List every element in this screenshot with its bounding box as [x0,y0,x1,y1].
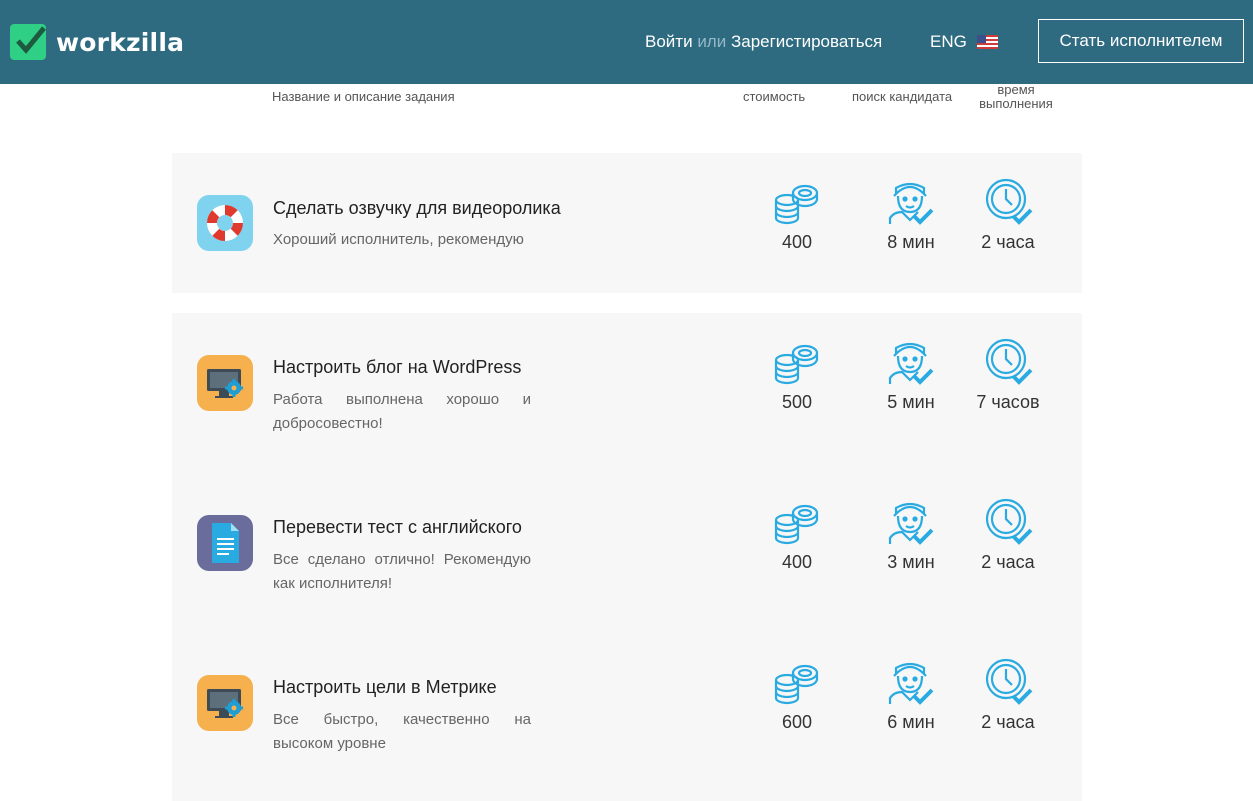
person-check-icon [886,498,934,546]
language-label: ENG [930,32,967,51]
task-description: Работа выполнена хорошо и добросовестно! [273,391,531,432]
coins-icon [773,180,821,228]
auth-links: Войти или Зарегистироваться [645,32,882,52]
coins-icon [773,340,821,388]
person-check-icon [886,178,934,226]
column-header-time: время выполнения [979,82,1053,111]
logo[interactable]: workzilla [10,24,184,60]
task-duration: 2 часа [981,552,1035,572]
person-check-icon [886,658,934,706]
task-row: Настроить цели в Метрике Все быстро, кач… [172,633,1082,773]
task-row: Сделать озвучку для видеоролика Хороший … [172,153,1082,293]
task-search-time: 6 мин [887,712,935,732]
monitor-gear-icon [197,355,253,411]
task-cost: 600 [781,712,813,732]
us-flag-icon [976,35,998,49]
logo-check-icon [10,24,46,60]
person-check-icon [886,338,934,386]
logo-text: workzilla [56,27,185,57]
task-title[interactable]: Сделать озвучку для видеоролика [273,198,561,219]
task-description: Хороший исполнитель, рекомендую [273,231,524,248]
task-description: Все сделано отлично! Рекомендую как испо… [273,551,531,592]
task-title[interactable]: Настроить цели в Метрике [273,677,497,698]
monitor-gear-icon [197,675,253,731]
clock-check-icon [985,178,1033,226]
column-header-search: поиск кандидата [852,89,953,104]
coins-icon [773,660,821,708]
task-description: Все быстро, качественно на высоком уровн… [273,711,531,752]
register-link[interactable]: Зарегистироваться [731,32,882,51]
clock-check-icon [985,338,1033,386]
coins-icon [773,500,821,548]
or-label: или [697,32,727,51]
task-duration: 7 часов [976,392,1040,412]
login-link[interactable]: Войти [645,32,693,51]
task-search-time: 5 мин [887,392,935,412]
task-duration: 2 часа [981,712,1035,732]
task-cost: 400 [781,232,813,252]
task-search-time: 8 мин [887,232,935,252]
language-switch[interactable]: ENG [930,32,998,52]
clock-check-icon [985,658,1033,706]
task-title[interactable]: Настроить блог на WordPress [273,357,521,378]
header: workzilla Войти или Зарегистироваться EN… [0,0,1253,84]
document-icon [197,515,253,571]
clock-check-icon [985,498,1033,546]
task-duration: 2 часа [981,232,1035,252]
task-cost: 500 [781,392,813,412]
task-title[interactable]: Перевести тест с английского [273,517,522,538]
task-search-time: 3 мин [887,552,935,572]
become-performer-button[interactable]: Стать исполнителем [1038,19,1244,63]
lifebuoy-icon [197,195,253,251]
task-row: Перевести тест с английского Все сделано… [172,473,1082,613]
column-header-name: Название и описание задания [272,89,455,104]
column-header-cost: стоимость [743,89,806,104]
task-cost: 400 [781,552,813,572]
task-row: Настроить блог на WordPress Работа выпол… [172,313,1082,453]
